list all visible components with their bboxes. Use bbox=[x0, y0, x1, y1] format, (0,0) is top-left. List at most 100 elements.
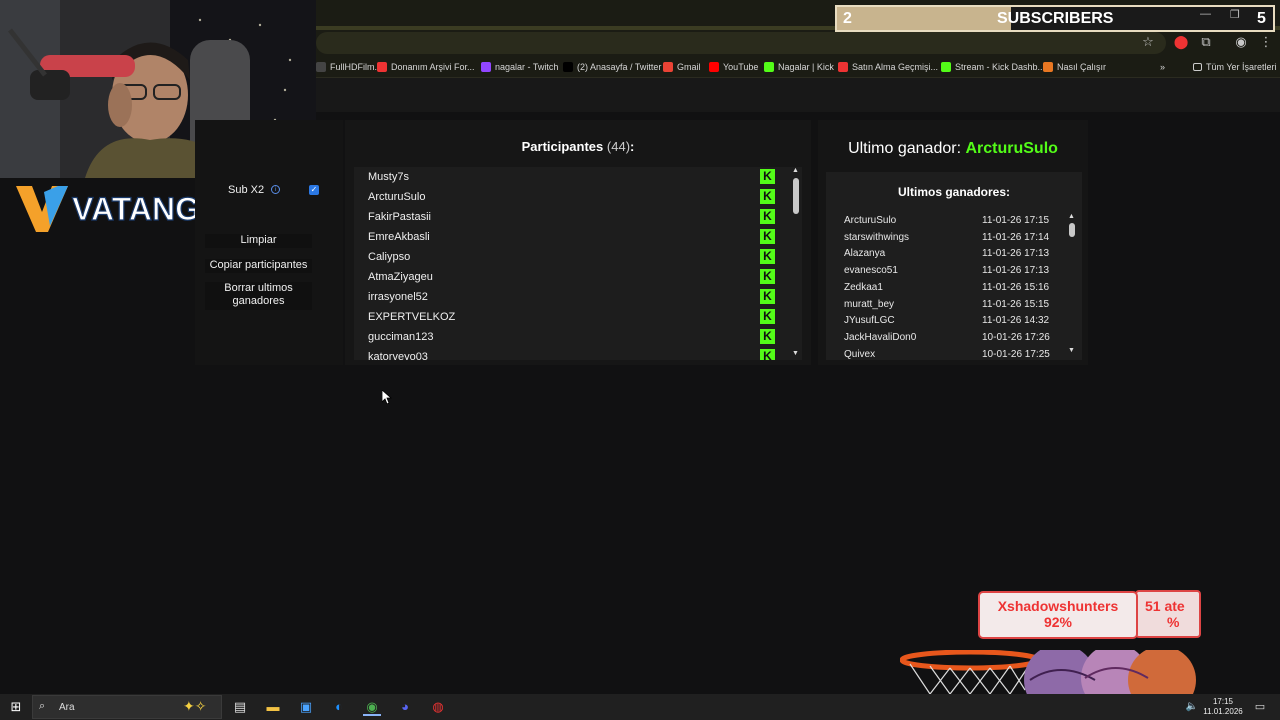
kick-icon: K bbox=[760, 309, 775, 324]
winner-name: JYusufLGC bbox=[844, 315, 895, 327]
star-icon[interactable]: ☆ bbox=[1140, 34, 1156, 50]
delete-winners-button[interactable]: Borrar ultimos ganadores bbox=[205, 282, 312, 310]
winners-scroll-thumb[interactable] bbox=[1069, 223, 1075, 237]
participant-row[interactable]: EmreAkbasli K bbox=[354, 227, 784, 247]
bookmark-item[interactable]: Stream - Kick Dashb... bbox=[941, 60, 1045, 74]
extensions-puzzle-icon[interactable]: ⧉ bbox=[1198, 34, 1214, 50]
participant-name: Musty7s bbox=[368, 171, 409, 183]
discord-icon[interactable]: ◕ bbox=[396, 698, 414, 716]
winner-name: Zedkaa1 bbox=[844, 281, 883, 293]
participant-name: FakirPastasii bbox=[368, 211, 431, 223]
participant-row[interactable]: Musty7s K bbox=[354, 167, 784, 187]
game-card-secondary: 51 ate % bbox=[1135, 590, 1201, 638]
twitch-icon bbox=[481, 62, 491, 72]
gmail-icon bbox=[663, 62, 673, 72]
extension-icon[interactable]: ⬤ bbox=[1173, 34, 1189, 50]
participant-name: ArcturuSulo bbox=[368, 191, 426, 203]
minimize-icon[interactable]: — bbox=[1200, 8, 1211, 20]
clear-button[interactable]: Limpiar bbox=[205, 234, 312, 248]
kick-icon bbox=[764, 62, 774, 72]
winner-time: 10-01-26 17:25 bbox=[982, 348, 1050, 360]
kick-icon: K bbox=[760, 269, 775, 284]
obs-icon[interactable]: ◍ bbox=[429, 698, 447, 716]
participant-name: gucciman123 bbox=[368, 331, 434, 343]
bookmark-item[interactable]: Nagalar | Kick bbox=[764, 60, 834, 74]
participant-name: EXPERTVELKOZ bbox=[368, 311, 456, 323]
chrome-icon[interactable]: ◉ bbox=[363, 698, 381, 716]
winner-time: 11-01-26 17:14 bbox=[982, 231, 1050, 243]
taskbar-clock[interactable]: 17:15 11.01.2026 bbox=[1198, 697, 1248, 717]
scroll-down-icon[interactable]: ▼ bbox=[792, 350, 799, 357]
winner-row: Quivex 10-01-26 17:25 bbox=[844, 349, 1064, 360]
kick-icon: K bbox=[760, 329, 775, 344]
kick-icon: K bbox=[760, 189, 775, 204]
bookmark-item[interactable]: Satın Alma Geçmişi... bbox=[838, 60, 938, 74]
winners-scroll-up-icon[interactable]: ▲ bbox=[1068, 213, 1075, 220]
bookmark-item[interactable]: Nasıl Çalışır bbox=[1043, 60, 1106, 74]
bookmark-item[interactable]: (2) Anasayfa / Twitter bbox=[563, 60, 661, 74]
winner-time: 11-01-26 17:13 bbox=[982, 265, 1050, 277]
winner-name: ArcturuSulo bbox=[844, 215, 897, 226]
sub-x2-checkbox[interactable]: ✓ bbox=[309, 185, 319, 195]
participant-row[interactable]: EXPERTVELKOZ K bbox=[354, 307, 784, 327]
copy-participants-button[interactable]: Copiar participantes bbox=[205, 259, 312, 273]
task-view-icon[interactable]: ▤ bbox=[231, 698, 249, 716]
participant-row[interactable]: Caliypso K bbox=[354, 247, 784, 267]
kick-icon: K bbox=[760, 169, 775, 184]
participant-name: AtmaZiyageu bbox=[368, 271, 433, 283]
game-player-percent: 92% bbox=[1043, 614, 1073, 630]
menu-icon[interactable]: ⋮ bbox=[1258, 34, 1274, 50]
participants-scroll-thumb[interactable] bbox=[793, 178, 799, 214]
address-bar[interactable] bbox=[316, 32, 1166, 54]
winner-time: 10-01-26 17:26 bbox=[982, 331, 1050, 343]
taskbar-search[interactable]: ⌕ Ara ✦✧ bbox=[32, 695, 222, 719]
subscribers-label: SUBSCRIBERS bbox=[997, 10, 1114, 27]
participant-row[interactable]: gucciman123 K bbox=[354, 327, 784, 347]
bookmark-item[interactable]: Donanım Arşivi For... bbox=[377, 60, 475, 74]
kick-icon bbox=[941, 62, 951, 72]
participant-name: katorveyo03 bbox=[368, 351, 428, 360]
participant-row[interactable]: irrasyonel52 K bbox=[354, 287, 784, 307]
kick-icon: K bbox=[760, 209, 775, 224]
participant-row[interactable]: katorveyo03 K bbox=[354, 347, 784, 360]
edge-icon[interactable]: ◐ bbox=[330, 698, 348, 716]
forum-icon bbox=[377, 62, 387, 72]
kick-icon: K bbox=[760, 249, 775, 264]
participants-count: (44) bbox=[606, 139, 631, 154]
participant-row[interactable]: ArcturuSulo K bbox=[354, 187, 784, 207]
profile-icon[interactable]: ◉ bbox=[1233, 34, 1249, 50]
winner-row: starswithwings 11-01-26 17:14 bbox=[844, 232, 1064, 248]
file-explorer-icon[interactable]: ▬ bbox=[264, 698, 282, 716]
bookmark-item[interactable]: YouTube bbox=[709, 60, 758, 74]
winner-row: JYusufLGC 11-01-26 14:32 bbox=[844, 315, 1064, 331]
winner-row: evanesco51 11-01-26 17:13 bbox=[844, 265, 1064, 281]
winner-time: 11-01-26 17:15 bbox=[982, 215, 1050, 226]
winner-row: Zedkaa1 11-01-26 15:16 bbox=[844, 282, 1064, 298]
participant-row[interactable]: FakirPastasii K bbox=[354, 207, 784, 227]
bookmark-item[interactable]: nagalar - Twitch bbox=[481, 60, 558, 74]
participant-name: irrasyonel52 bbox=[368, 291, 428, 303]
winner-name: JackHavaliDon0 bbox=[844, 331, 917, 343]
bookmarks-overflow-icon[interactable]: » bbox=[1160, 60, 1165, 74]
participant-row[interactable]: AtmaZiyageu K bbox=[354, 267, 784, 287]
basketball-scene bbox=[899, 644, 1200, 716]
winners-list[interactable]: ArcturuSulo 11-01-26 17:15 starswithwings 1… bbox=[826, 172, 1082, 360]
participant-name: EmreAkbasli bbox=[368, 231, 430, 243]
scroll-up-icon[interactable]: ▲ bbox=[792, 167, 799, 174]
participants-list[interactable]: Musty7s K ArcturuSulo K FakirPastasii K EmreAk… bbox=[354, 167, 799, 360]
game-card-primary: Xshadowshunters 92% bbox=[978, 591, 1138, 639]
winner-time: 11-01-26 17:13 bbox=[982, 248, 1050, 260]
bookmark-item[interactable]: Gmail bbox=[663, 60, 701, 74]
windows-start-icon[interactable]: ⊞ bbox=[7, 698, 25, 716]
winners-scroll-down-icon[interactable]: ▼ bbox=[1068, 347, 1075, 354]
x-icon bbox=[563, 62, 573, 72]
kick-icon: K bbox=[760, 349, 775, 360]
last-winner-heading: Ultimo ganador: ArcturuSulo bbox=[848, 140, 1058, 157]
notifications-icon[interactable]: ▭ bbox=[1251, 698, 1269, 716]
winner-time: 11-01-26 14:32 bbox=[982, 315, 1050, 327]
all-bookmarks[interactable]: Tüm Yer İşaretleri bbox=[1193, 60, 1277, 74]
maximize-icon[interactable]: ❐ bbox=[1230, 8, 1240, 21]
bookmark-item[interactable]: FullHDFilm... bbox=[316, 60, 382, 74]
store-icon[interactable]: ▣ bbox=[297, 698, 315, 716]
info-icon: i bbox=[271, 185, 280, 194]
